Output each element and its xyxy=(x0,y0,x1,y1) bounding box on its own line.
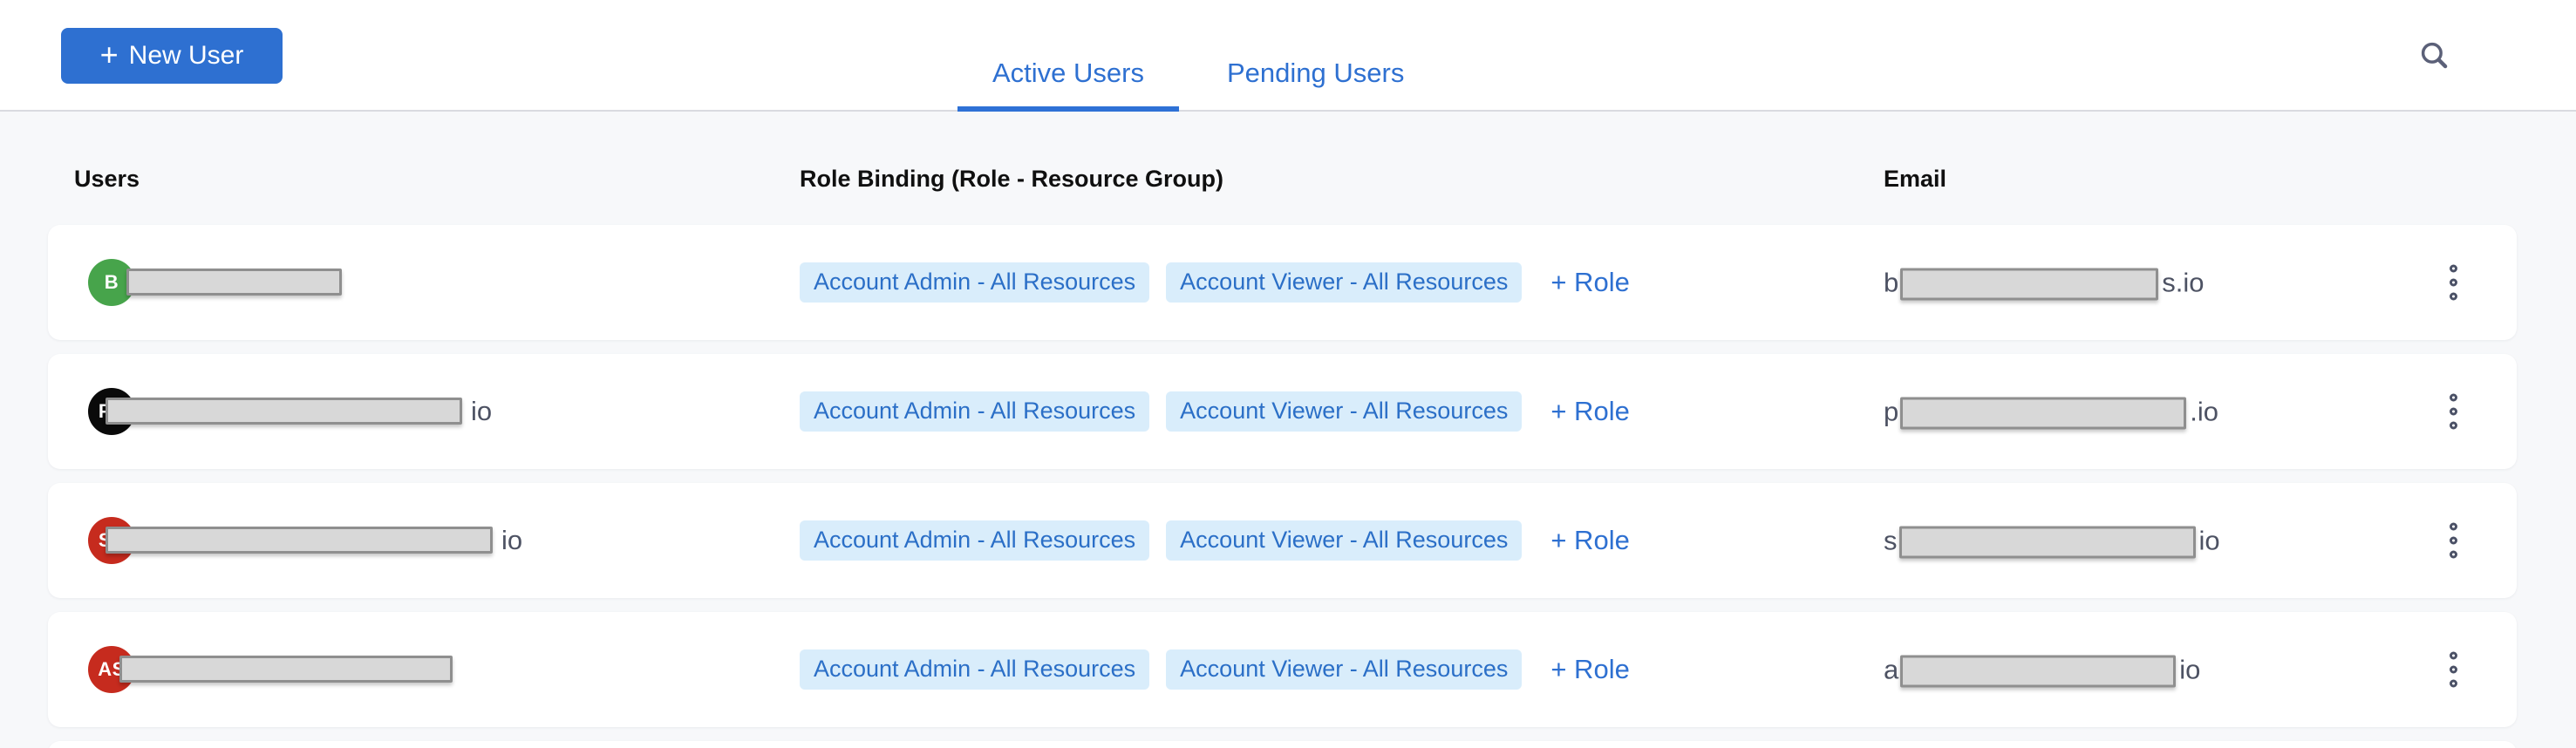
table-row: B Account Admin - All Resources Account … xyxy=(48,225,2517,340)
table-row-partial xyxy=(48,741,2517,748)
kebab-menu-button[interactable] xyxy=(2441,389,2466,435)
add-role-link[interactable]: + Role xyxy=(1550,267,1629,298)
top-bar: + New User Active Users Pending Users xyxy=(0,0,2576,112)
table-row: SP io Account Admin - All Resources Acco… xyxy=(48,483,2517,598)
search-icon[interactable] xyxy=(2416,37,2454,75)
table-row: AS Account Admin - All Resources Account… xyxy=(48,612,2517,727)
role-badge: Account Admin - All Resources xyxy=(800,649,1149,690)
email-suffix: io xyxy=(2199,525,2220,556)
email-prefix: p xyxy=(1884,396,1898,427)
email-redaction-bar xyxy=(1900,656,2176,688)
kebab-dot xyxy=(2450,408,2457,416)
column-header-users: Users xyxy=(74,166,140,193)
email-suffix: s.io xyxy=(2162,267,2204,298)
kebab-menu-button[interactable] xyxy=(2441,518,2466,564)
email-redaction-bar xyxy=(1899,527,2196,559)
magnifier-glyph xyxy=(2416,37,2454,75)
role-badge: Account Viewer - All Resources xyxy=(1166,391,1522,432)
role-badge: Account Admin - All Resources xyxy=(800,262,1149,303)
name-suffix: io xyxy=(471,396,492,427)
column-header-email: Email xyxy=(1884,166,1946,193)
tab-active-users[interactable]: Active Users xyxy=(957,58,1179,112)
name-redaction-bar xyxy=(106,527,493,554)
kebab-dot xyxy=(2450,652,2457,660)
kebab-dot xyxy=(2450,537,2457,545)
role-badge: Account Viewer - All Resources xyxy=(1166,520,1522,561)
kebab-dot xyxy=(2450,680,2457,688)
email-redaction-bar xyxy=(1900,269,2158,301)
kebab-dot xyxy=(2450,265,2457,273)
kebab-dot xyxy=(2450,666,2457,674)
users-table: Users Role Binding (Role - Resource Grou… xyxy=(0,112,2576,748)
role-badge: Account Admin - All Resources xyxy=(800,391,1149,432)
kebab-dot xyxy=(2450,394,2457,402)
email-text: b s.io xyxy=(1884,265,2205,301)
email-suffix: io xyxy=(2179,654,2200,685)
role-bindings: Account Admin - All Resources Account Vi… xyxy=(800,520,1630,561)
role-badge: Account Viewer - All Resources xyxy=(1166,262,1522,303)
kebab-dot xyxy=(2450,523,2457,531)
role-badge: Account Admin - All Resources xyxy=(800,520,1149,561)
new-user-button-label: New User xyxy=(129,41,244,71)
email-prefix: a xyxy=(1884,654,1898,685)
avatar-initials: B xyxy=(105,271,119,294)
kebab-dot xyxy=(2450,279,2457,287)
table-row: PP io Account Admin - All Resources Acco… xyxy=(48,354,2517,469)
add-role-link[interactable]: + Role xyxy=(1550,525,1629,556)
email-text: a io xyxy=(1884,652,2200,688)
name-redaction-bar xyxy=(119,656,453,683)
column-header-role-binding: Role Binding (Role - Resource Group) xyxy=(800,166,1223,193)
name-suffix: io xyxy=(501,525,522,556)
kebab-dot xyxy=(2450,551,2457,559)
email-prefix: s xyxy=(1884,525,1898,556)
email-text: s io xyxy=(1884,523,2220,559)
role-bindings: Account Admin - All Resources Account Vi… xyxy=(800,649,1630,690)
role-bindings: Account Admin - All Resources Account Vi… xyxy=(800,391,1630,432)
role-badge: Account Viewer - All Resources xyxy=(1166,649,1522,690)
plus-icon: + xyxy=(100,39,119,71)
add-role-link[interactable]: + Role xyxy=(1550,654,1629,685)
add-role-link[interactable]: + Role xyxy=(1550,396,1629,427)
new-user-button[interactable]: + New User xyxy=(61,28,283,84)
tab-bar: Active Users Pending Users xyxy=(957,0,1439,112)
name-redaction-bar xyxy=(126,269,342,296)
kebab-dot xyxy=(2450,422,2457,430)
email-prefix: b xyxy=(1884,267,1898,298)
kebab-dot xyxy=(2450,293,2457,301)
role-bindings: Account Admin - All Resources Account Vi… xyxy=(800,262,1630,303)
email-redaction-bar xyxy=(1900,398,2186,430)
table-header-row: Users Role Binding (Role - Resource Grou… xyxy=(0,112,2576,225)
name-redaction-bar xyxy=(106,398,462,425)
email-text: p .io xyxy=(1884,394,2218,430)
kebab-menu-button[interactable] xyxy=(2441,647,2466,693)
tab-pending-users[interactable]: Pending Users xyxy=(1192,58,1439,112)
email-suffix: .io xyxy=(2190,396,2218,427)
kebab-menu-button[interactable] xyxy=(2441,260,2466,306)
